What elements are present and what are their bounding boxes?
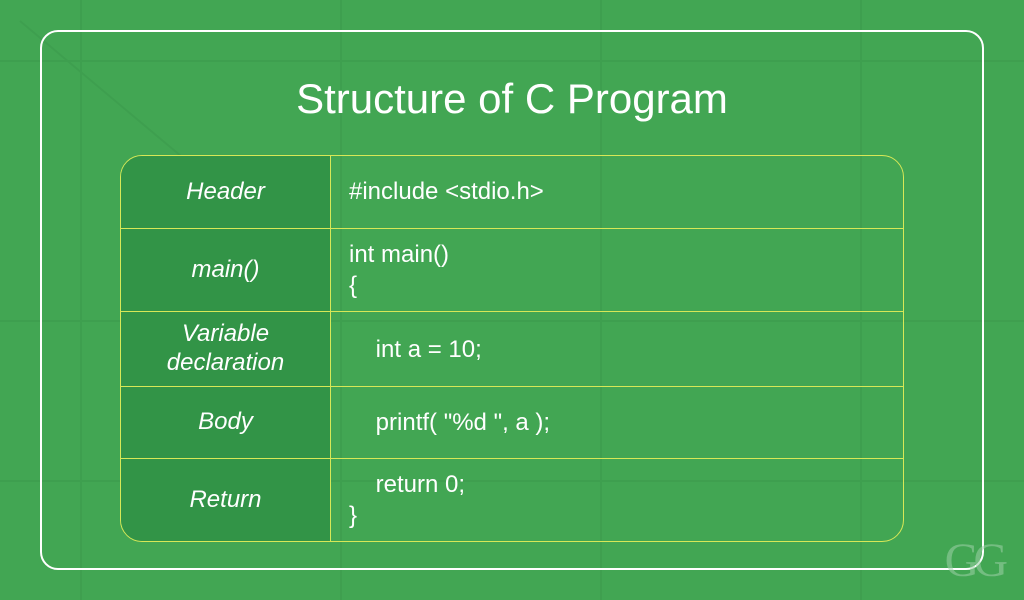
table-row: main() int main() { bbox=[121, 228, 903, 311]
table-row: Return return 0; } bbox=[121, 458, 903, 541]
row-label-return: Return bbox=[121, 459, 331, 541]
table-row: Variable declaration int a = 10; bbox=[121, 311, 903, 386]
row-label-header: Header bbox=[121, 156, 331, 228]
row-label-main: main() bbox=[121, 229, 331, 311]
table-row: Body printf( "%d ", a ); bbox=[121, 386, 903, 458]
row-code-variable: int a = 10; bbox=[331, 312, 903, 386]
gg-logo: GG bbox=[945, 533, 1002, 588]
diagram-title: Structure of C Program bbox=[0, 75, 1024, 123]
row-code-body: printf( "%d ", a ); bbox=[331, 387, 903, 458]
row-code-return: return 0; } bbox=[331, 459, 903, 541]
row-label-body: Body bbox=[121, 387, 331, 458]
row-code-header: #include <stdio.h> bbox=[331, 156, 903, 228]
row-code-main: int main() { bbox=[331, 229, 903, 311]
table-row: Header #include <stdio.h> bbox=[121, 156, 903, 228]
structure-table: Header #include <stdio.h> main() int mai… bbox=[120, 155, 904, 542]
row-label-variable: Variable declaration bbox=[121, 312, 331, 386]
